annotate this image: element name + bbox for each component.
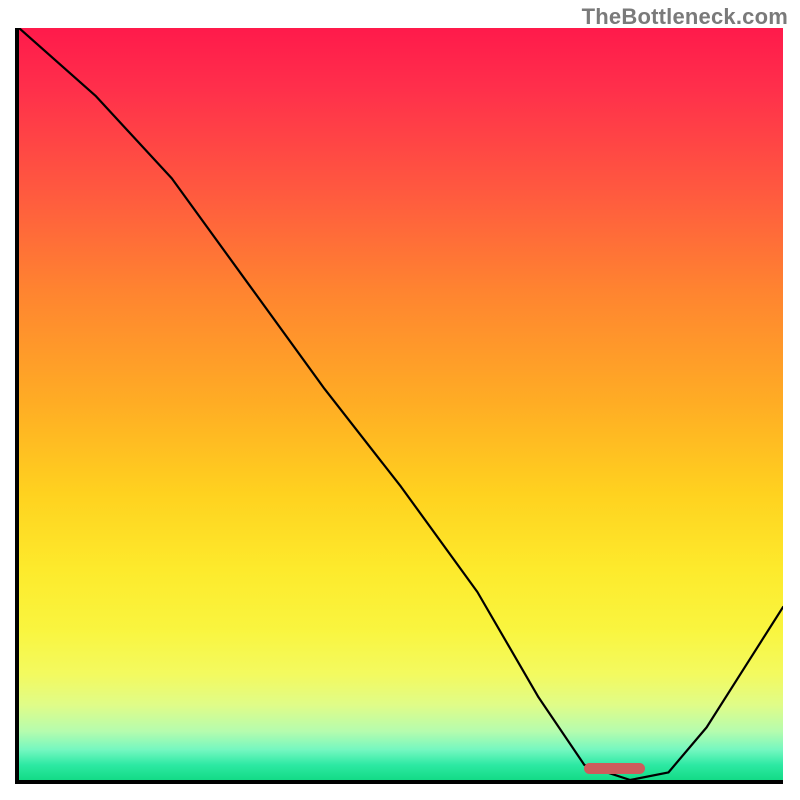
- bottleneck-curve-path: [19, 28, 783, 780]
- optimal-range-marker: [584, 763, 645, 774]
- curve-svg: [19, 28, 783, 780]
- plot-area: [15, 28, 783, 784]
- watermark-text: TheBottleneck.com: [582, 4, 788, 30]
- chart-container: TheBottleneck.com: [0, 0, 800, 800]
